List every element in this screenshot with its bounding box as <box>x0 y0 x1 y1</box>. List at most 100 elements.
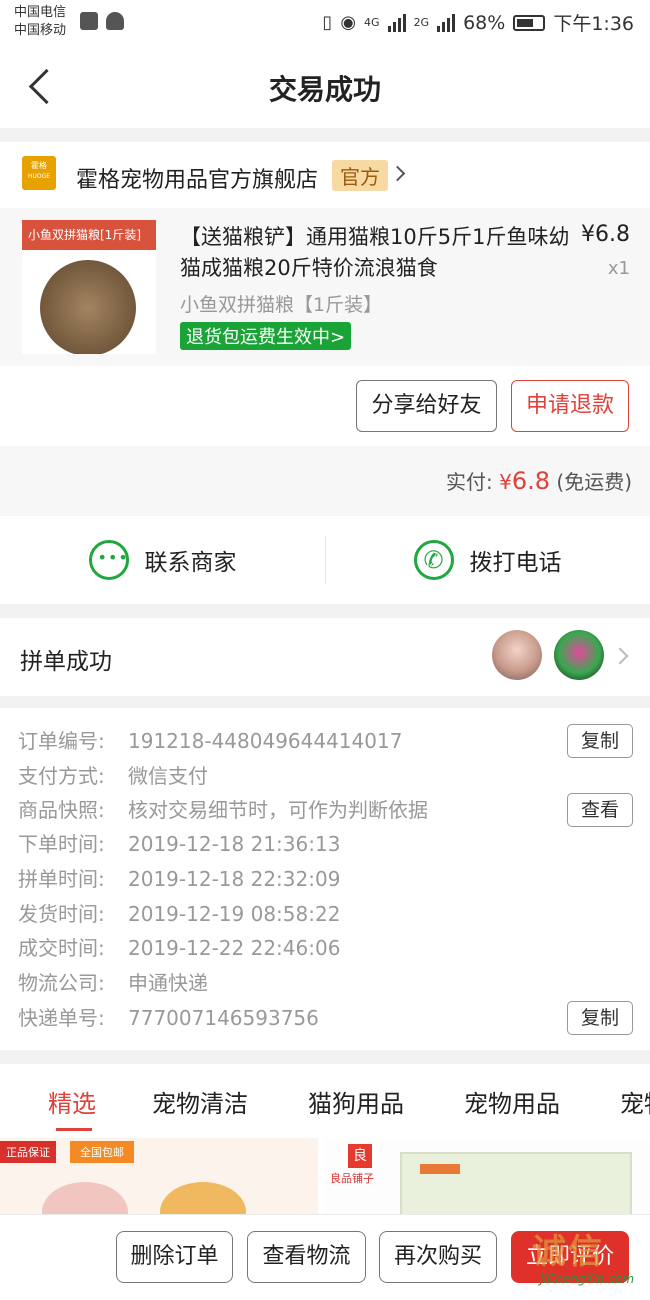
phone-icon <box>413 540 454 580</box>
detail-key: 快递单号: <box>18 1006 105 1030</box>
carrier-2: 中国移动 <box>14 23 67 38</box>
detail-key: 支付方式: <box>18 764 105 788</box>
activity-icon <box>80 12 98 30</box>
copy-tracking-number-button[interactable]: 复制 <box>567 1001 633 1035</box>
detail-value: 777007146593756 <box>128 1006 319 1030</box>
detail-value: 申通快递 <box>128 971 208 995</box>
detail-key: 订单编号: <box>18 729 105 753</box>
order-time-row: 下单时间: 2019-12-18 21:36:13 <box>18 827 340 861</box>
clock: 下午1:36 <box>553 13 634 35</box>
order-details: 订单编号: 191218-448049644414017 复制 支付方式: 微信支付… <box>0 708 650 1050</box>
detail-key: 发货时间: <box>18 902 105 926</box>
eye-icon: ◉ <box>340 12 357 33</box>
cat-food-bowl <box>40 260 136 354</box>
product-box-image <box>400 1152 632 1216</box>
view-snapshot-button[interactable]: 查看 <box>567 793 633 827</box>
detail-value: 2019-12-18 22:32:09 <box>128 867 341 891</box>
tab-pet-cleaning[interactable]: 宠物清洁 <box>152 1084 248 1119</box>
courier-row: 物流公司: 申通快递 <box>18 966 208 1000</box>
brand-mark: 良 <box>348 1144 372 1168</box>
recommend-card[interactable]: 正品保证 全国包邮 <box>0 1138 318 1216</box>
carrier-1: 中国电信 <box>14 5 67 20</box>
detail-value: 2019-12-19 08:58:22 <box>128 902 341 926</box>
order-number-row: 订单编号: 191218-448049644414017 <box>18 724 402 758</box>
copy-order-number-button[interactable]: 复制 <box>567 724 633 758</box>
active-tab-indicator <box>56 1128 92 1131</box>
page-title: 交易成功 <box>268 73 381 106</box>
official-badge: 官方 <box>332 160 388 191</box>
detail-value: 核对交易细节时，可作为判断依据 <box>128 798 428 822</box>
total-amount: 6.8 <box>511 467 551 495</box>
payment-method-row: 支付方式: 微信支付 <box>18 759 208 793</box>
qq-icon <box>106 12 124 30</box>
store-header[interactable]: 霍格 HUOGE 霍格宠物用品官方旗舰店 官方 <box>0 142 650 208</box>
total-label: 实付: <box>446 470 493 494</box>
chat-icon <box>88 540 129 580</box>
tracking-number-row: 快递单号: 777007146593756 <box>18 1001 319 1035</box>
watermark: 诚信 JiChengXin.com <box>532 1224 650 1294</box>
delete-order-button[interactable]: 删除订单 <box>116 1231 233 1283</box>
return-shipping-tag[interactable]: 退货包运费生效中> <box>180 322 352 350</box>
product-item[interactable]: 小鱼双拼猫粮[1斤装] 【送猫粮铲】通用猫粮10斤5斤1斤鱼味幼猫成猫粮20斤特… <box>0 208 650 366</box>
detail-key: 物流公司: <box>18 971 105 995</box>
item-actions: 分享给好友 申请退款 <box>0 366 650 446</box>
store-logo-sub: HUOGE <box>27 173 51 180</box>
recommend-card[interactable]: 良 良品铺子 <box>324 1138 650 1216</box>
avatar <box>554 630 604 680</box>
total-currency: ¥ <box>499 470 512 494</box>
signal-icon <box>387 13 406 32</box>
tab-featured[interactable]: 精选 <box>48 1084 96 1119</box>
vibrate-icon: ▯ <box>322 12 333 33</box>
buy-again-button[interactable]: 再次购买 <box>379 1231 497 1283</box>
watermark-logo: 诚信 <box>532 1232 604 1272</box>
network-2g-label: 2G <box>413 16 430 29</box>
product-title: 【送猫粮铲】通用猫粮10斤5斤1斤鱼味幼猫成猫粮20斤特价流浪猫食 <box>180 225 570 280</box>
brand-name: 良品铺子 <box>330 1172 374 1185</box>
genuine-tag: 正品保证 <box>0 1141 56 1163</box>
battery-percent: 68% <box>463 11 506 34</box>
call-phone-button[interactable]: 拨打电话 <box>325 516 650 604</box>
detail-key: 下单时间: <box>18 832 105 856</box>
product-quantity: x1 <box>607 258 630 279</box>
call-phone-label: 拨打电话 <box>469 550 562 576</box>
store-logo: 霍格 HUOGE <box>22 156 56 190</box>
contact-merchant-label: 联系商家 <box>144 550 237 576</box>
status-bar: 中国电信 中国移动 ▯ ◉ 4G 2G 68% 下午1:36 <box>0 0 650 44</box>
signal-icon <box>437 13 456 32</box>
refund-button[interactable]: 申请退款 <box>511 380 629 432</box>
product-can-image <box>160 1182 246 1216</box>
store-logo-text: 霍格 <box>31 161 47 170</box>
payment-total: 实付: ¥6.8 (免运费) <box>0 446 650 516</box>
tab-cat-dog-supplies[interactable]: 猫狗用品 <box>308 1084 404 1119</box>
contact-merchant-button[interactable]: 联系商家 <box>0 516 325 604</box>
watermark-url: JiChengXin.com <box>540 1272 635 1286</box>
store-name: 霍格宠物用品官方旗舰店 <box>76 168 319 193</box>
product-can-image <box>42 1182 128 1216</box>
brand-logo: 良 良品铺子 <box>330 1144 392 1185</box>
contact-bar: 联系商家 拨打电话 <box>0 516 650 604</box>
group-buy-row[interactable]: 拼单成功 <box>0 618 650 696</box>
free-shipping-tag: 全国包邮 <box>70 1141 134 1163</box>
avatar <box>492 630 542 680</box>
detail-value: 2019-12-22 22:46:06 <box>128 936 341 960</box>
detail-key: 商品快照: <box>18 798 105 822</box>
group-time-row: 拼单时间: 2019-12-18 22:32:09 <box>18 862 340 896</box>
recommend-tabs: 精选 宠物清洁 猫狗用品 宠物用品 宠物 <box>0 1064 650 1138</box>
view-logistics-button[interactable]: 查看物流 <box>247 1231 366 1283</box>
detail-key: 成交时间: <box>18 936 105 960</box>
product-image-tag: 小鱼双拼猫粮[1斤装] <box>22 220 156 250</box>
product-image: 小鱼双拼猫粮[1斤装] <box>22 220 156 354</box>
carrier-info: 中国电信 中国移动 <box>14 4 66 40</box>
share-button[interactable]: 分享给好友 <box>356 380 497 432</box>
snapshot-row: 商品快照: 核对交易细节时，可作为判断依据 <box>18 793 428 827</box>
detail-value: 191218-448049644414017 <box>128 729 403 753</box>
ship-time-row: 发货时间: 2019-12-19 08:58:22 <box>18 897 340 931</box>
shipping-note: (免运费) <box>556 470 632 494</box>
tab-pet-supplies[interactable]: 宠物用品 <box>464 1084 560 1119</box>
detail-key: 拼单时间: <box>18 867 105 891</box>
deal-time-row: 成交时间: 2019-12-22 22:46:06 <box>18 931 340 965</box>
product-spec: 小鱼双拼猫粮【1斤装】 <box>180 294 383 316</box>
recommend-cards: 正品保证 全国包邮 良 良品铺子 <box>0 1138 650 1216</box>
tab-pet-more[interactable]: 宠物 <box>620 1084 650 1119</box>
detail-value: 2019-12-18 21:36:13 <box>128 832 341 856</box>
